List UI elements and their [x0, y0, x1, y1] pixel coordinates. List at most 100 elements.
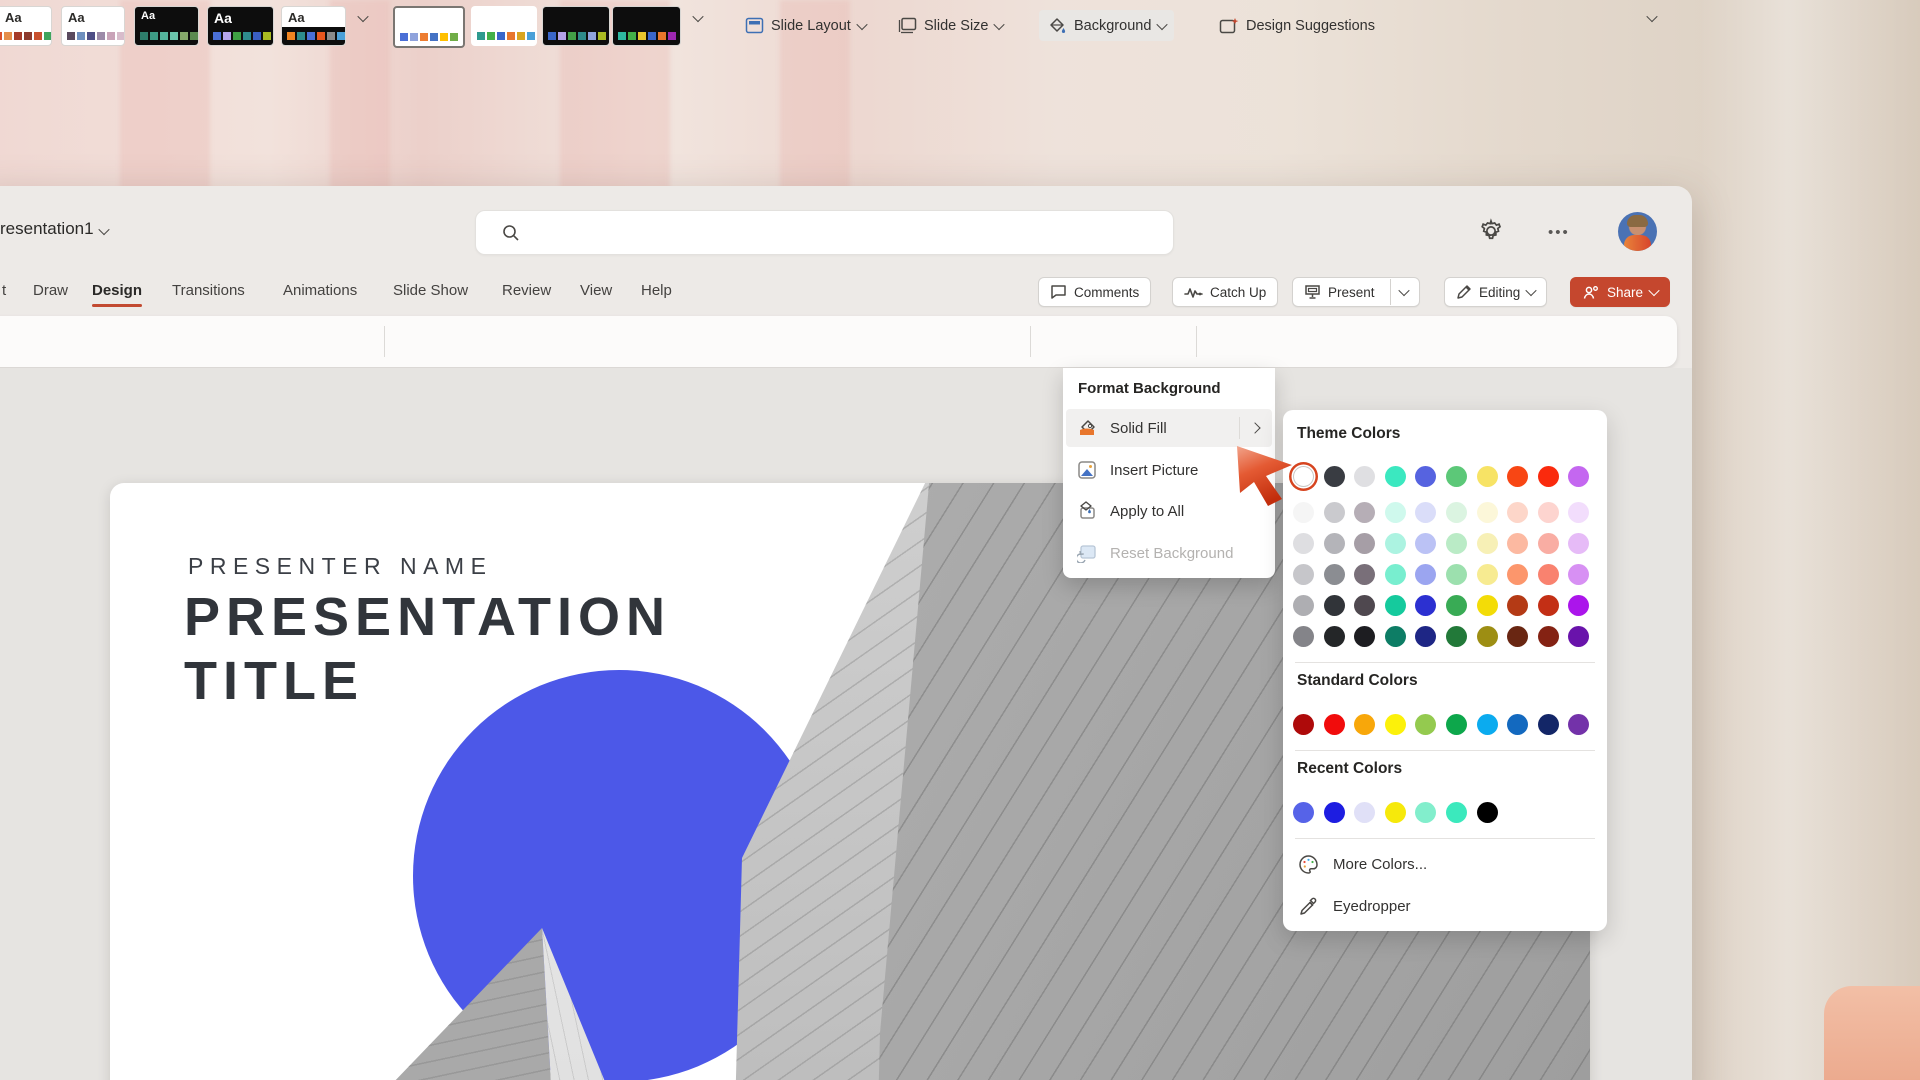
- menu-item-reset-background[interactable]: Reset Background: [1066, 534, 1272, 572]
- standard-color-swatch[interactable]: [1354, 714, 1375, 735]
- theme-thumbnail-2[interactable]: Aa: [61, 6, 125, 46]
- theme-chip[interactable]: [24, 32, 32, 40]
- theme-color-swatch[interactable]: [1385, 595, 1406, 616]
- theme-color-swatch[interactable]: [1324, 466, 1345, 487]
- theme-color-swatch[interactable]: [1446, 626, 1467, 647]
- background-button[interactable]: Background: [1039, 10, 1174, 41]
- theme-color-swatch[interactable]: [1324, 564, 1345, 585]
- recent-color-swatch[interactable]: [1415, 802, 1436, 823]
- tab-help[interactable]: Help: [641, 276, 672, 306]
- theme-color-swatch[interactable]: [1354, 502, 1375, 523]
- variant-chip[interactable]: [477, 32, 485, 40]
- theme-chip[interactable]: [107, 32, 115, 40]
- variant-chip[interactable]: [430, 33, 438, 41]
- theme-color-swatch[interactable]: [1446, 466, 1467, 487]
- variant-thumbnail-2[interactable]: [471, 6, 537, 46]
- theme-chip[interactable]: [150, 32, 158, 40]
- theme-color-swatch[interactable]: [1477, 502, 1498, 523]
- standard-color-swatch[interactable]: [1385, 714, 1406, 735]
- theme-color-swatch[interactable]: [1324, 626, 1345, 647]
- theme-thumbnail-1[interactable]: Aa: [0, 6, 52, 46]
- theme-color-swatch[interactable]: [1507, 533, 1528, 554]
- tab-design[interactable]: Design: [92, 276, 142, 306]
- theme-chip[interactable]: [67, 32, 75, 40]
- theme-color-swatch[interactable]: [1293, 595, 1314, 616]
- variant-chip[interactable]: [487, 32, 495, 40]
- theme-color-swatch[interactable]: [1385, 466, 1406, 487]
- theme-color-swatch[interactable]: [1324, 502, 1345, 523]
- recent-color-swatch[interactable]: [1354, 802, 1375, 823]
- theme-color-swatch[interactable]: [1477, 466, 1498, 487]
- variant-chip[interactable]: [548, 32, 556, 40]
- theme-chip[interactable]: [297, 32, 305, 40]
- theme-color-swatch[interactable]: [1324, 595, 1345, 616]
- tab-transitions[interactable]: Transitions: [172, 276, 245, 306]
- variant-chip[interactable]: [588, 32, 596, 40]
- comments-button[interactable]: Comments: [1038, 277, 1151, 307]
- search-bar[interactable]: [475, 210, 1174, 255]
- variant-chip[interactable]: [568, 32, 576, 40]
- theme-chip[interactable]: [97, 32, 105, 40]
- theme-color-swatch[interactable]: [1538, 466, 1559, 487]
- theme-color-swatch[interactable]: [1354, 533, 1375, 554]
- theme-chip[interactable]: [140, 32, 148, 40]
- standard-color-swatch[interactable]: [1324, 714, 1345, 735]
- theme-color-swatch[interactable]: [1568, 502, 1589, 523]
- editing-mode-button[interactable]: Editing: [1444, 277, 1547, 307]
- theme-color-swatch[interactable]: [1446, 564, 1467, 585]
- theme-color-swatch[interactable]: [1415, 466, 1436, 487]
- theme-chip[interactable]: [213, 32, 221, 40]
- theme-thumbnail-5[interactable]: Aa: [281, 6, 346, 46]
- variant-thumbnail-3[interactable]: [542, 6, 610, 46]
- variant-chip[interactable]: [638, 32, 646, 40]
- slide-size-button[interactable]: Slide Size: [890, 10, 1011, 41]
- search-input[interactable]: [520, 223, 1173, 242]
- theme-chip[interactable]: [327, 32, 335, 40]
- variant-chip[interactable]: [658, 32, 666, 40]
- theme-color-swatch[interactable]: [1385, 626, 1406, 647]
- standard-color-swatch[interactable]: [1446, 714, 1467, 735]
- theme-color-swatch[interactable]: [1354, 626, 1375, 647]
- theme-chip[interactable]: [44, 32, 52, 40]
- gear-icon[interactable]: [1478, 218, 1504, 244]
- theme-color-swatch[interactable]: [1385, 502, 1406, 523]
- theme-color-swatch[interactable]: [1385, 564, 1406, 585]
- variant-chip[interactable]: [598, 32, 606, 40]
- document-title[interactable]: resentation1: [0, 219, 94, 239]
- account-avatar[interactable]: [1618, 212, 1657, 251]
- theme-chip[interactable]: [243, 32, 251, 40]
- standard-color-swatch[interactable]: [1538, 714, 1559, 735]
- theme-color-swatch[interactable]: [1568, 626, 1589, 647]
- variant-chip[interactable]: [440, 33, 448, 41]
- variant-chip[interactable]: [410, 33, 418, 41]
- theme-chip[interactable]: [263, 32, 271, 40]
- recent-color-swatch[interactable]: [1324, 802, 1345, 823]
- variant-chip[interactable]: [527, 32, 535, 40]
- tab-insert-partial[interactable]: t: [2, 276, 6, 306]
- theme-chip[interactable]: [170, 32, 178, 40]
- variant-chip[interactable]: [578, 32, 586, 40]
- variant-chip[interactable]: [628, 32, 636, 40]
- theme-color-swatch[interactable]: [1538, 502, 1559, 523]
- tab-draw[interactable]: Draw: [33, 276, 68, 306]
- theme-color-swatch[interactable]: [1415, 595, 1436, 616]
- standard-color-swatch[interactable]: [1568, 714, 1589, 735]
- theme-color-swatch[interactable]: [1354, 595, 1375, 616]
- theme-chip[interactable]: [223, 32, 231, 40]
- tab-view[interactable]: View: [580, 276, 612, 306]
- recent-color-swatch[interactable]: [1446, 802, 1467, 823]
- tab-animations[interactable]: Animations: [283, 276, 357, 306]
- variant-chip[interactable]: [558, 32, 566, 40]
- share-button[interactable]: Share: [1570, 277, 1670, 307]
- more-colors-button[interactable]: More Colors...: [1286, 846, 1604, 882]
- variant-thumbnail-1[interactable]: [393, 6, 465, 48]
- variant-chip[interactable]: [517, 32, 525, 40]
- theme-color-swatch[interactable]: [1293, 626, 1314, 647]
- variant-chip[interactable]: [497, 32, 505, 40]
- variant-chip[interactable]: [450, 33, 458, 41]
- theme-chip[interactable]: [337, 32, 345, 40]
- theme-color-swatch[interactable]: [1446, 502, 1467, 523]
- more-options-icon[interactable]: •••: [1548, 224, 1570, 241]
- theme-color-swatch[interactable]: [1507, 595, 1528, 616]
- theme-color-swatch[interactable]: [1477, 564, 1498, 585]
